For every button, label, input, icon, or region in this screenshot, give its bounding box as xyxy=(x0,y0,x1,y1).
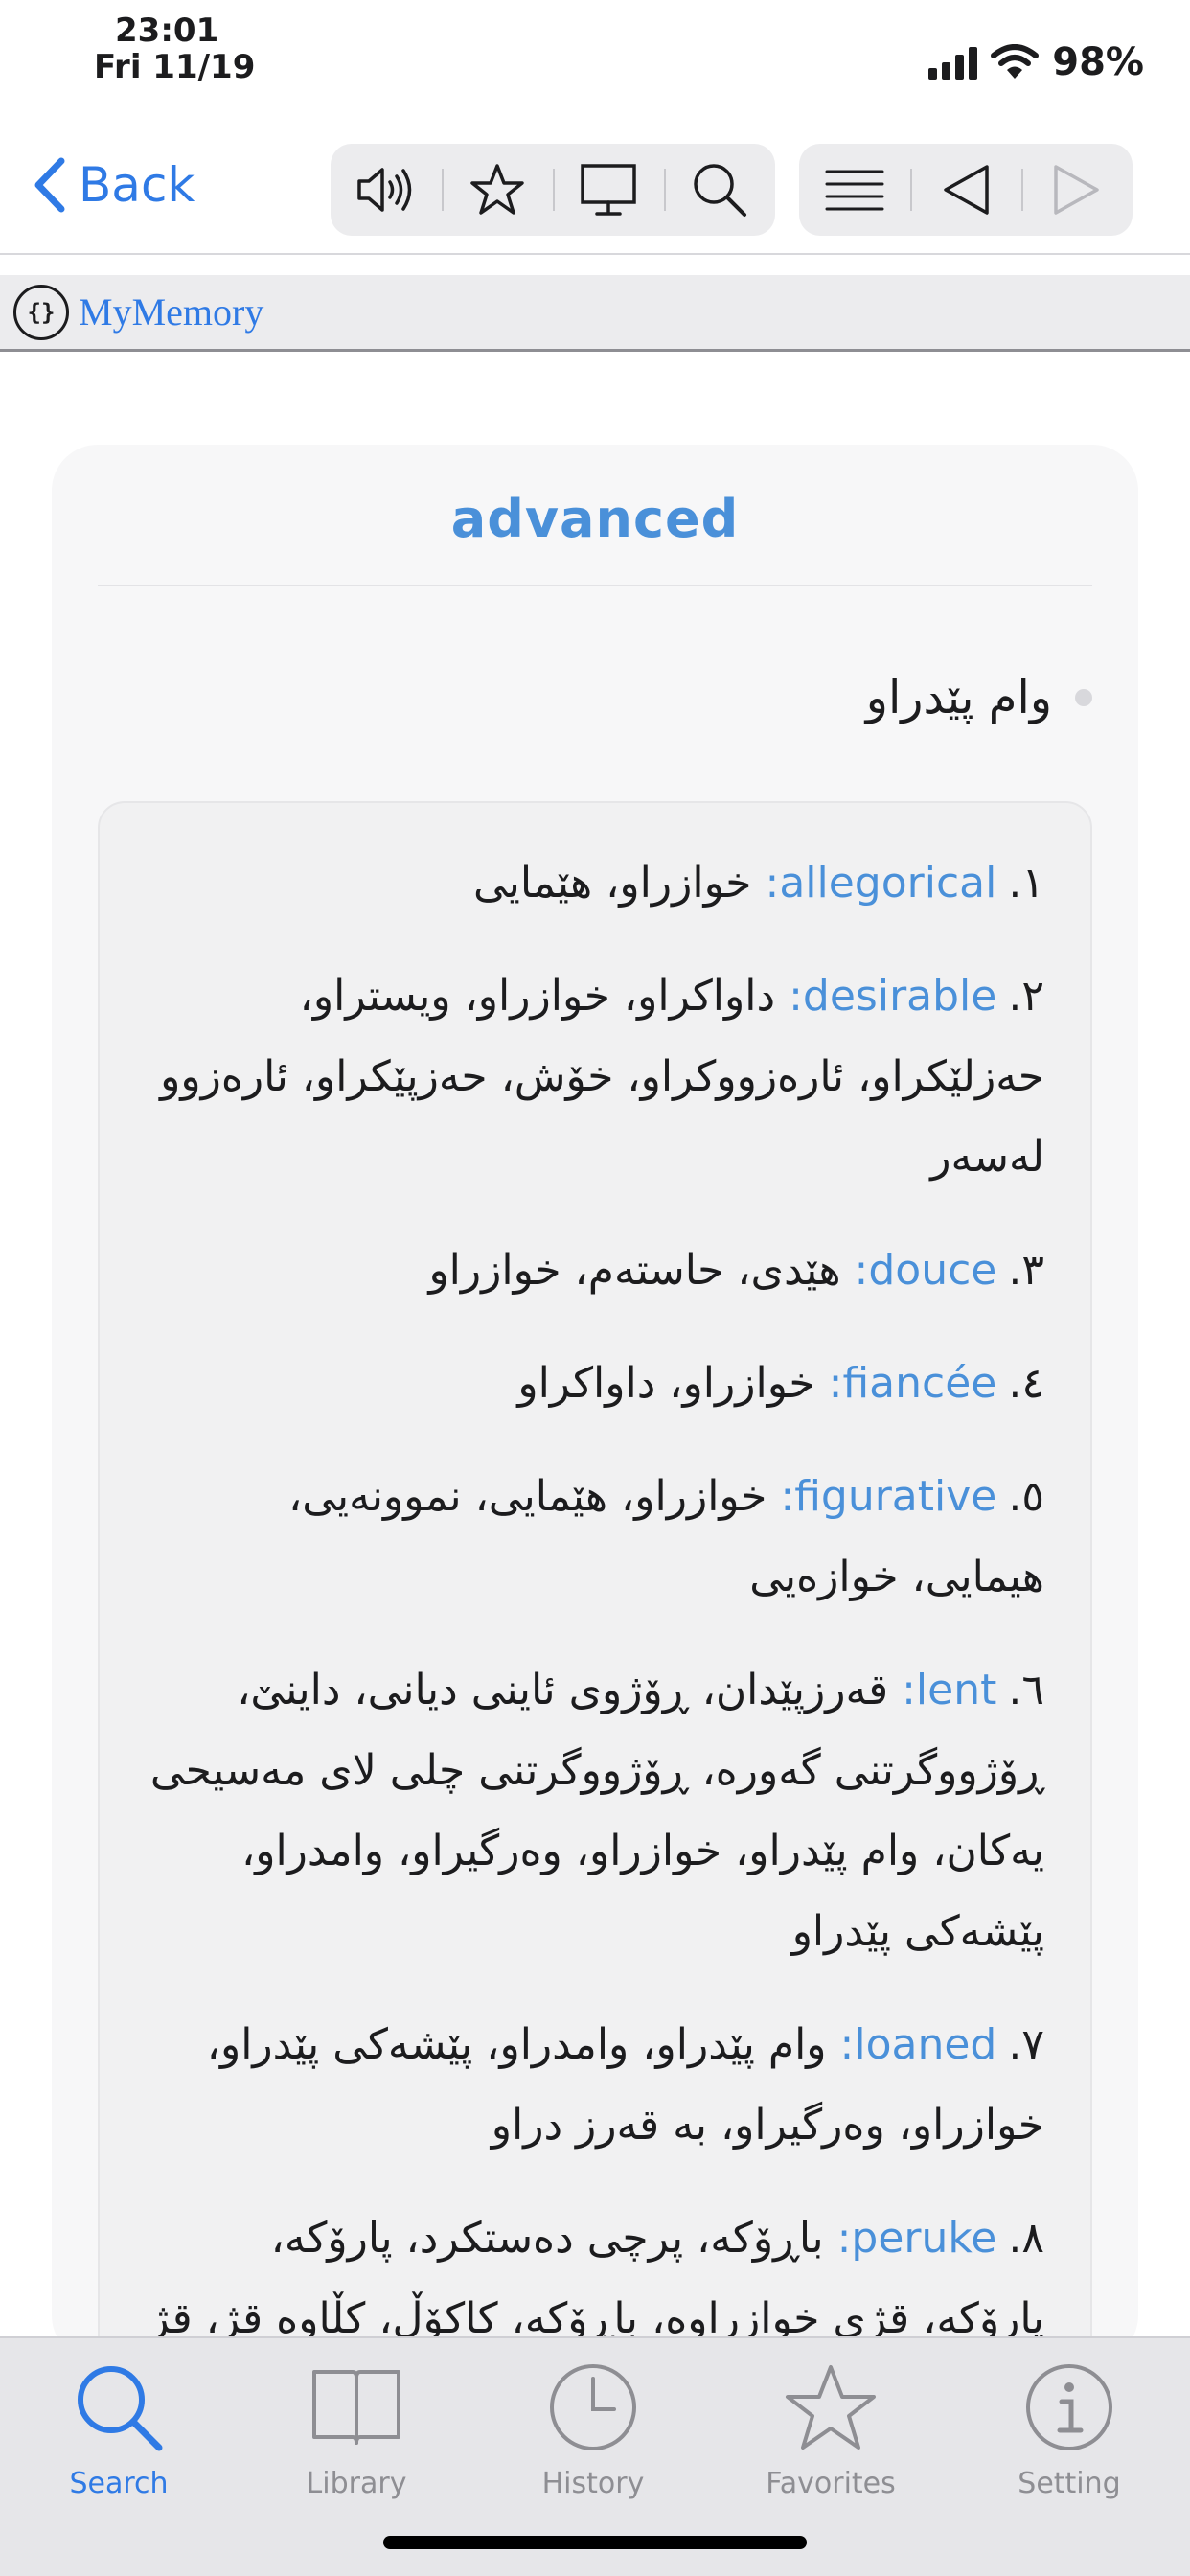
definition-word[interactable]: desirable: xyxy=(789,972,996,1021)
definition-item: ٨.peruke: باڕۆکە، پرچی دەستکرد، پارۆکە، … xyxy=(144,2198,1044,2359)
definition-number: ٣. xyxy=(1008,1246,1044,1295)
list-button[interactable] xyxy=(799,144,910,236)
tab-library[interactable]: Library xyxy=(261,2350,452,2500)
info-icon xyxy=(1026,2364,1112,2450)
next-button[interactable] xyxy=(1021,144,1133,236)
wifi-icon xyxy=(991,44,1040,79)
definition-word[interactable]: fiancée: xyxy=(829,1359,997,1408)
status-date: Fri 11/19 xyxy=(94,48,256,86)
definition-word[interactable]: allegorical: xyxy=(766,859,997,908)
definition-text: خوازراو، داواکراو xyxy=(517,1359,829,1408)
nav-toolbar: Back xyxy=(0,125,1190,255)
clock-icon xyxy=(550,2364,636,2450)
source-title: MyMemory xyxy=(79,290,264,334)
mymemory-logo-icon: {} xyxy=(13,284,69,340)
source-bar[interactable]: {} MyMemory xyxy=(0,275,1190,352)
prev-triangle-icon xyxy=(944,165,989,215)
definition-text: خوازراو، هێمایی xyxy=(472,859,766,908)
status-indicators: 98% xyxy=(928,40,1144,84)
definition-word[interactable]: loaned: xyxy=(840,2020,997,2069)
search-button[interactable] xyxy=(664,144,775,236)
definition-item: ٦.lent: قەرزپێدان، ڕۆژوی ئاینی دیانی، دا… xyxy=(144,1650,1044,1972)
tab-setting[interactable]: Setting xyxy=(973,2350,1165,2500)
bullet-icon xyxy=(1075,689,1092,706)
next-triangle-icon xyxy=(1054,165,1099,215)
search-icon xyxy=(694,164,746,217)
previous-button[interactable] xyxy=(910,144,1021,236)
definition-text: هێدی، حاستەم، خوازراو xyxy=(428,1246,855,1295)
back-label: Back xyxy=(79,157,195,213)
tab-label: Library xyxy=(306,2467,407,2500)
definition-number: ٤. xyxy=(1008,1359,1044,1408)
tab-label: Setting xyxy=(1018,2467,1121,2500)
favorite-button[interactable] xyxy=(442,144,553,236)
star-icon xyxy=(786,2365,876,2450)
home-indicator xyxy=(383,2536,807,2549)
definition-number: ٨. xyxy=(1008,2214,1044,2263)
search-icon xyxy=(78,2366,163,2451)
back-button[interactable]: Back xyxy=(33,157,195,213)
definition-number: ١. xyxy=(1008,859,1044,908)
definition-item: ١.allegorical: خوازراو، هێمایی xyxy=(144,843,1044,924)
headword-row: وام پێدراو xyxy=(866,671,1092,724)
tab-search[interactable]: Search xyxy=(23,2350,215,2500)
card-divider xyxy=(98,585,1092,586)
headword: وام پێدراو xyxy=(865,671,1052,724)
definition-word[interactable]: douce: xyxy=(855,1246,997,1295)
definition-number: ٥. xyxy=(1008,1472,1044,1521)
tool-group-navigation xyxy=(799,144,1133,236)
tool-group-actions xyxy=(331,144,775,236)
tab-favorites[interactable]: Favorites xyxy=(735,2350,927,2500)
definition-number: ٦. xyxy=(1008,1666,1044,1714)
definition-item: ٣.douce: هێدی، حاستەم، خوازراو xyxy=(144,1230,1044,1311)
present-button[interactable] xyxy=(553,144,664,236)
status-bar: 23:01 Fri 11/19 98% xyxy=(0,0,1190,125)
definition-item: ٢.desirable: داواکراو، خوازراو، ویستراو،… xyxy=(144,956,1044,1198)
list-icon xyxy=(825,170,884,211)
speaker-icon xyxy=(357,168,412,212)
tab-label: Favorites xyxy=(766,2467,896,2500)
book-icon xyxy=(312,2370,400,2445)
status-time: 23:01 xyxy=(115,12,219,50)
tab-history[interactable]: History xyxy=(497,2350,689,2500)
definition-item: ٧.loaned: وام پێدراو، وامدراو، پێشەکی پێ… xyxy=(144,2005,1044,2166)
card-title: advanced xyxy=(450,489,740,549)
definition-word[interactable]: figurative: xyxy=(780,1472,996,1521)
definition-word[interactable]: lent: xyxy=(902,1666,996,1714)
chevron-left-icon xyxy=(34,157,65,213)
tab-label: History xyxy=(541,2467,645,2500)
definition-item: ٤.fiancée: خوازراو، داواکراو xyxy=(144,1344,1044,1424)
tab-label: Search xyxy=(69,2467,169,2500)
definitions-list: ١.allegorical: خوازراو، هێمایی ٢.desirab… xyxy=(144,843,1044,2392)
monitor-icon xyxy=(581,164,636,216)
definition-number: ٢. xyxy=(1008,972,1044,1021)
speak-button[interactable] xyxy=(331,144,442,236)
definition-item: ٥.figurative: خوازراو، هێمایی، نموونەیی،… xyxy=(144,1457,1044,1618)
definition-word[interactable]: peruke: xyxy=(837,2214,997,2263)
star-icon xyxy=(470,164,524,215)
battery-percent: 98% xyxy=(1052,40,1144,84)
signal-icon xyxy=(928,45,978,80)
definition-number: ٧. xyxy=(1008,2020,1044,2069)
